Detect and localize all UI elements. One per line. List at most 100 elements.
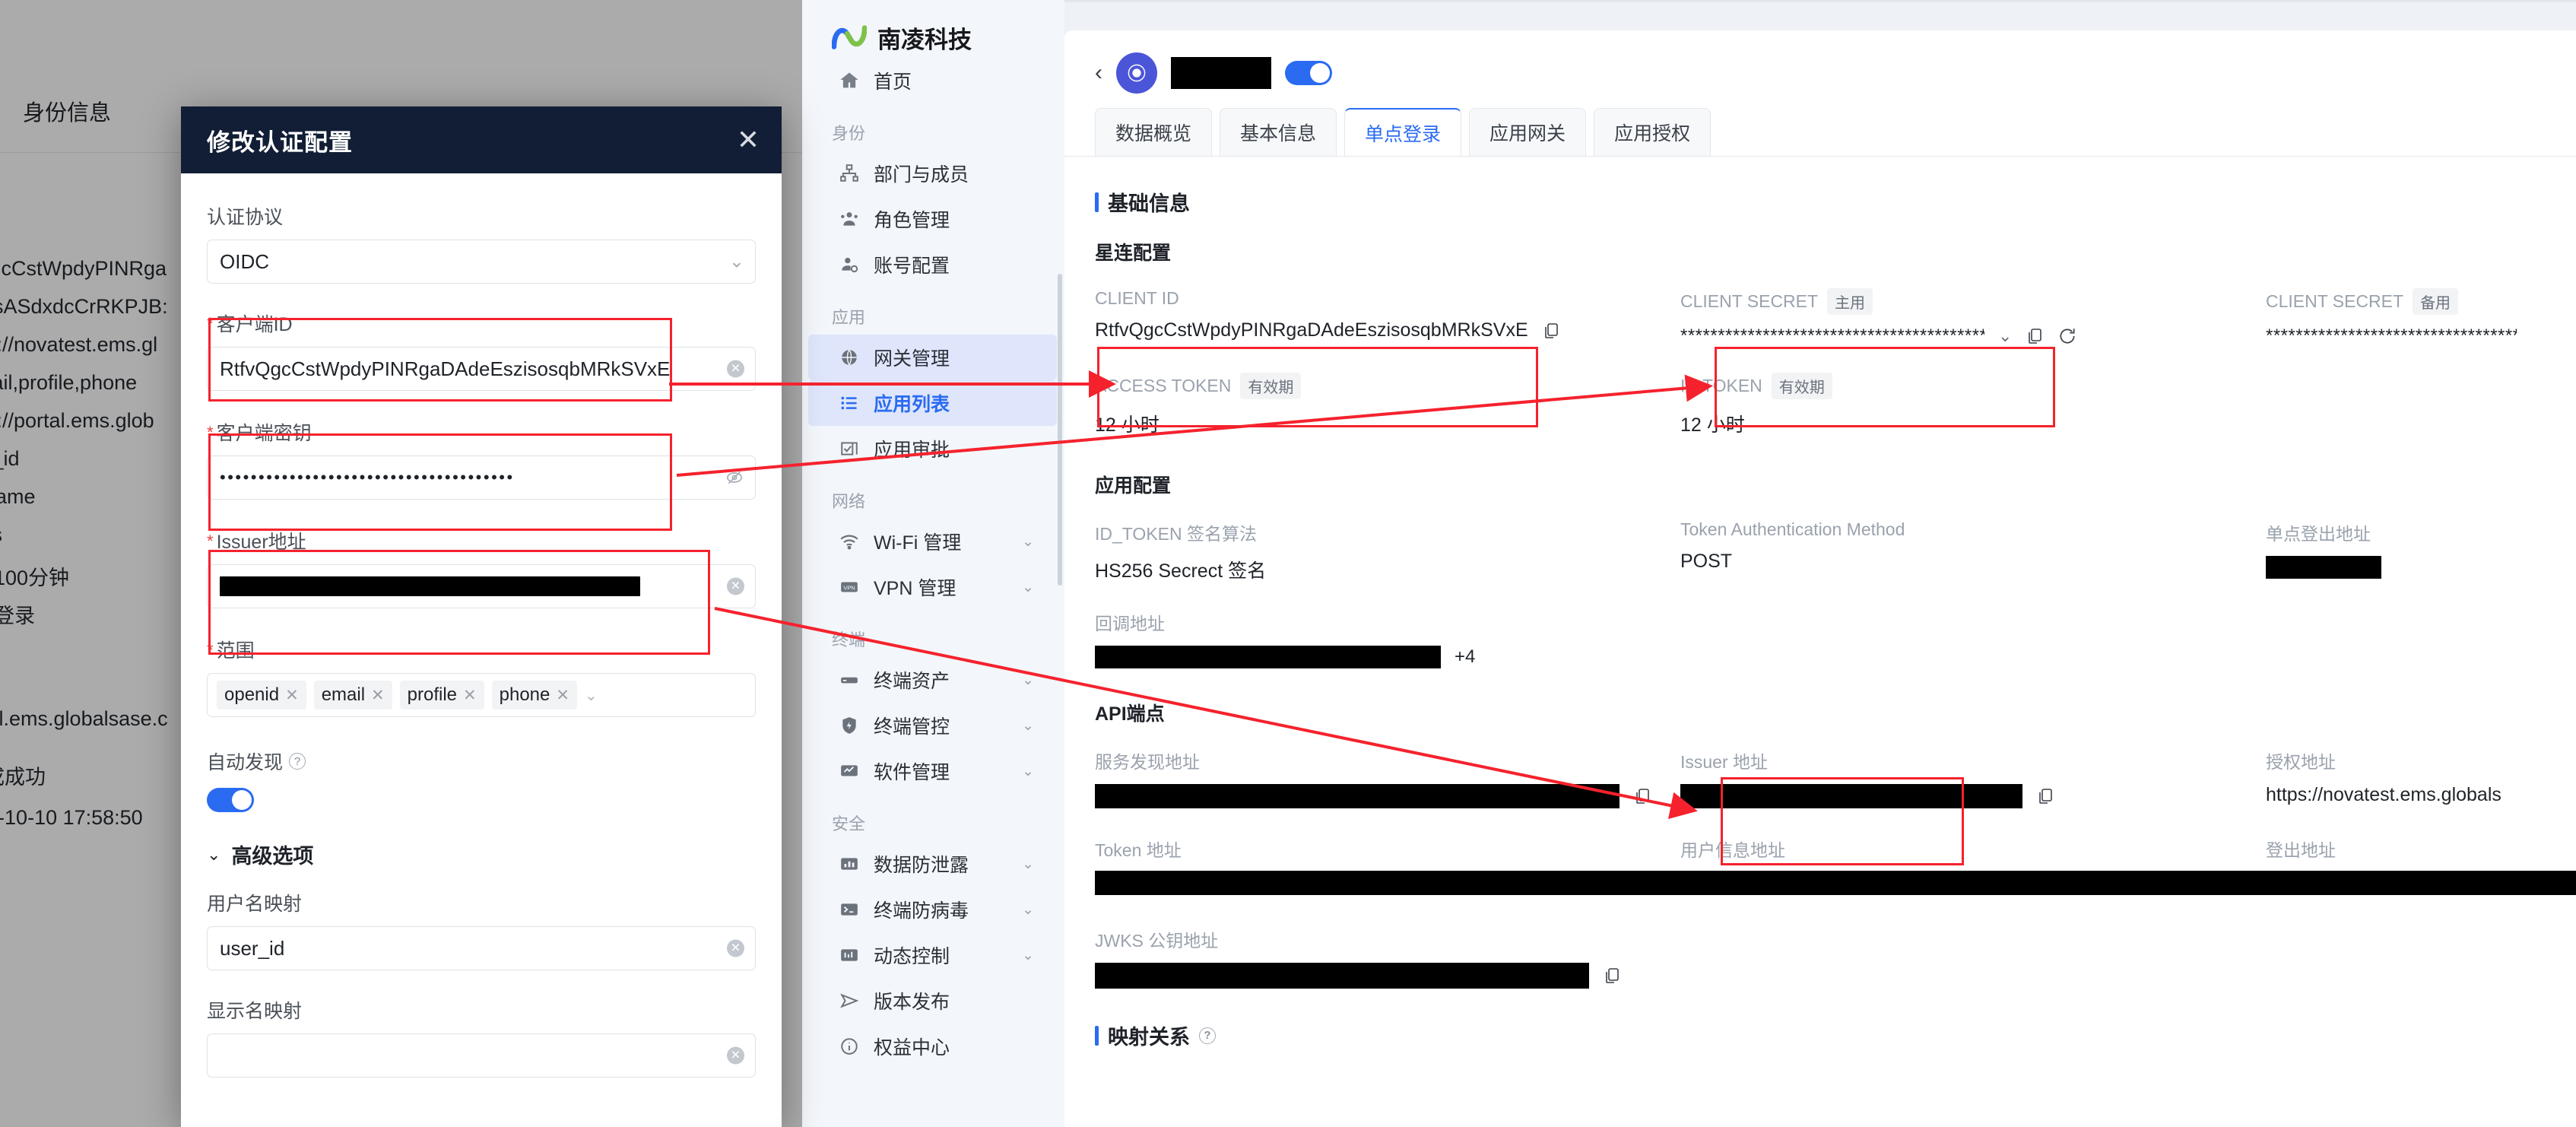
brand-logo-icon — [832, 25, 867, 49]
field-id-token-alg: ID_TOKEN 签名算法 HS256 Secrect 签名 — [1095, 519, 1680, 583]
sidebar-item-label: 软件管理 — [874, 762, 950, 783]
field-issuer-url-panel: Issuer 地址 — [1680, 748, 2266, 808]
auto-discovery-label: 自动发现 ? — [207, 748, 756, 775]
copy-icon[interactable] — [2026, 326, 2044, 346]
auth-protocol-select[interactable]: OIDC ⌄ — [207, 240, 756, 284]
tab-1[interactable]: 基本信息 — [1220, 108, 1337, 157]
send-icon — [838, 989, 861, 1012]
field-id-token: ID TOKEN 有效期 12 小时 — [1680, 373, 2266, 437]
chevron-down-icon[interactable]: ⌄ — [1998, 326, 2012, 346]
sidebar-item-server[interactable]: 终端资产 ⌄ — [808, 657, 1057, 703]
clear-icon[interactable]: ✕ — [727, 1046, 744, 1065]
required-star: * — [207, 423, 214, 442]
app-enabled-toggle[interactable] — [1285, 61, 1332, 85]
copy-icon[interactable] — [2036, 786, 2054, 806]
edit-auth-config-dialog: 修改认证配置 ✕ 认证协议 OIDC ⌄ * 客户端ID RtfvQgcCstWp… — [181, 106, 782, 1127]
refresh-icon[interactable] — [2057, 326, 2077, 346]
sidebar-item-wifi[interactable]: Wi-Fi 管理 ⌄ — [808, 519, 1057, 564]
chevron-left-icon[interactable]: ‹ — [1095, 60, 1102, 86]
copy-icon[interactable] — [1633, 786, 1651, 806]
clear-icon[interactable]: ✕ — [727, 360, 744, 378]
id-token-value: 12 小时 — [1680, 414, 1745, 436]
scope-tag[interactable]: openid ✕ — [217, 681, 306, 710]
field-issuer-url: * Issuer地址 ✕ — [207, 527, 756, 608]
sidebar-item-vpn[interactable]: VPN VPN 管理 ⌄ — [808, 564, 1057, 610]
client-secret-label: * 客户端密钥 — [207, 418, 756, 446]
sidebar-item-list[interactable]: 应用列表 — [808, 380, 1057, 426]
sidebar-item-shield-bolt[interactable]: 终端管控 ⌄ — [808, 703, 1057, 748]
sidebar-scrollbar[interactable] — [1058, 274, 1062, 586]
scope-tag-label: profile — [407, 684, 458, 705]
sidebar-item-user-gear[interactable]: 账号配置 — [808, 242, 1057, 287]
sidebar-item-send[interactable]: 版本发布 — [808, 978, 1057, 1024]
field-token-auth-method: Token Authentication Method POST — [1680, 519, 2266, 583]
sidebar-item-users[interactable]: 角色管理 — [808, 196, 1057, 242]
tag-remove-icon[interactable]: ✕ — [463, 686, 477, 705]
tab-2[interactable]: 单点登录 — [1344, 108, 1462, 157]
sidebar-item-label: 终端管控 — [874, 716, 950, 738]
sidebar-item-monitor-chart[interactable]: 软件管理 ⌄ — [808, 748, 1057, 794]
tag-remove-icon[interactable]: ✕ — [371, 686, 385, 705]
scope-tag[interactable]: profile ✕ — [399, 681, 484, 710]
sidebar-item-dynamic[interactable]: 动态控制 ⌄ — [808, 932, 1057, 978]
scope-multiselect[interactable]: openid ✕ email ✕ profile ✕ phone ✕ ⌄ — [207, 673, 756, 717]
client-id-input[interactable]: RtfvQgcCstWpdyPINRgaDAdeEszisosqbMRkSVxE… — [207, 347, 756, 391]
sidebar-item-home[interactable]: 首页 — [808, 58, 1057, 103]
issuer-url-input[interactable]: ✕ — [207, 564, 756, 608]
scope-tag[interactable]: phone ✕ — [491, 681, 577, 710]
label-text: CLIENT ID — [1095, 288, 1179, 308]
chevron-down-icon: ⌄ — [207, 844, 221, 864]
question-icon[interactable]: ? — [289, 753, 306, 770]
field-client-id: * 客户端ID RtfvQgcCstWpdyPINRgaDAdeEszisosqb… — [207, 310, 756, 391]
tab-4[interactable]: 应用授权 — [1594, 108, 1712, 157]
tab-0[interactable]: 数据概览 — [1095, 108, 1213, 157]
scope-tag-label: openid — [224, 684, 280, 705]
auto-discovery-toggle[interactable] — [207, 788, 254, 812]
close-icon[interactable]: ✕ — [731, 123, 765, 157]
chevron-down-icon: ⌄ — [728, 251, 744, 272]
client-secret-backup-value: ****************************************… — [2266, 325, 2517, 346]
advanced-options-toggle[interactable]: ⌄ 高级选项 — [207, 840, 756, 869]
dialog-body: 认证协议 OIDC ⌄ * 客户端ID RtfvQgcCstWpdyPINRgaD… — [181, 173, 782, 1078]
sidebar-item-globe[interactable]: 网关管理 — [808, 335, 1057, 380]
api-urls-redacted-row — [1095, 871, 2576, 895]
scope-tag[interactable]: email ✕ — [313, 681, 392, 710]
tag-remove-icon[interactable]: ✕ — [285, 686, 299, 705]
svg-text:VPN: VPN — [843, 584, 855, 591]
logout-url-label: 单点登出地址 — [2266, 524, 2371, 544]
token-auth-method-label: Token Authentication Method — [1680, 519, 1905, 539]
vpn-icon: VPN — [838, 576, 861, 598]
field-client-secret-backup: CLIENT SECRET 备用 ***********************… — [2266, 288, 2576, 347]
username-mapping-input[interactable]: user_id ✕ — [207, 926, 756, 970]
sidebar-item-label: VPN 管理 — [874, 578, 956, 599]
client-secret-label-text: 客户端密钥 — [216, 423, 312, 444]
copy-icon[interactable] — [1542, 321, 1560, 341]
eye-off-icon[interactable] — [725, 468, 744, 487]
clear-icon[interactable]: ✕ — [727, 939, 744, 957]
client-secret-input[interactable]: •••••••••••••••••••••••••••••••••••••• — [207, 456, 756, 500]
sidebar-item-info[interactable]: 权益中心 — [808, 1024, 1057, 1069]
monitor-chart-icon — [838, 760, 861, 783]
userinfo-url-label: 用户信息地址 — [1680, 840, 1785, 860]
sidebar-group-label: 身份 — [832, 124, 866, 143]
auth-protocol-value: OIDC — [220, 249, 269, 273]
question-icon[interactable]: ? — [1199, 1027, 1216, 1044]
subsection-app-config: 应用配置 — [1095, 475, 1172, 497]
tag-remove-icon[interactable]: ✕ — [556, 686, 569, 705]
dialog-header: 修改认证配置 ✕ — [181, 106, 782, 173]
sidebar-item-org-tree[interactable]: 部门与成员 — [808, 151, 1057, 196]
badge-validity: 有效期 — [1240, 373, 1302, 399]
org-tree-icon — [838, 162, 861, 185]
client-secret-value: •••••••••••••••••••••••••••••••••••••• — [220, 468, 515, 487]
chevron-down-icon: ⌄ — [1022, 901, 1034, 918]
sidebar-group-label: 终端 — [832, 630, 866, 649]
sidebar-item-approval[interactable]: 应用审批 — [808, 426, 1057, 471]
label-text: ID TOKEN — [1680, 376, 1762, 395]
tab-3[interactable]: 应用网关 — [1469, 108, 1587, 157]
display-name-mapping-input[interactable]: ✕ — [207, 1033, 756, 1078]
copy-icon[interactable] — [1603, 966, 1621, 986]
field-display-name-mapping: 显示名映射 ✕ — [207, 996, 756, 1078]
sidebar-item-terminal[interactable]: 终端防病毒 ⌄ — [808, 887, 1057, 932]
sidebar-item-bar-chart[interactable]: 数据防泄露 ⌄ — [808, 841, 1057, 887]
clear-icon[interactable]: ✕ — [727, 577, 744, 595]
